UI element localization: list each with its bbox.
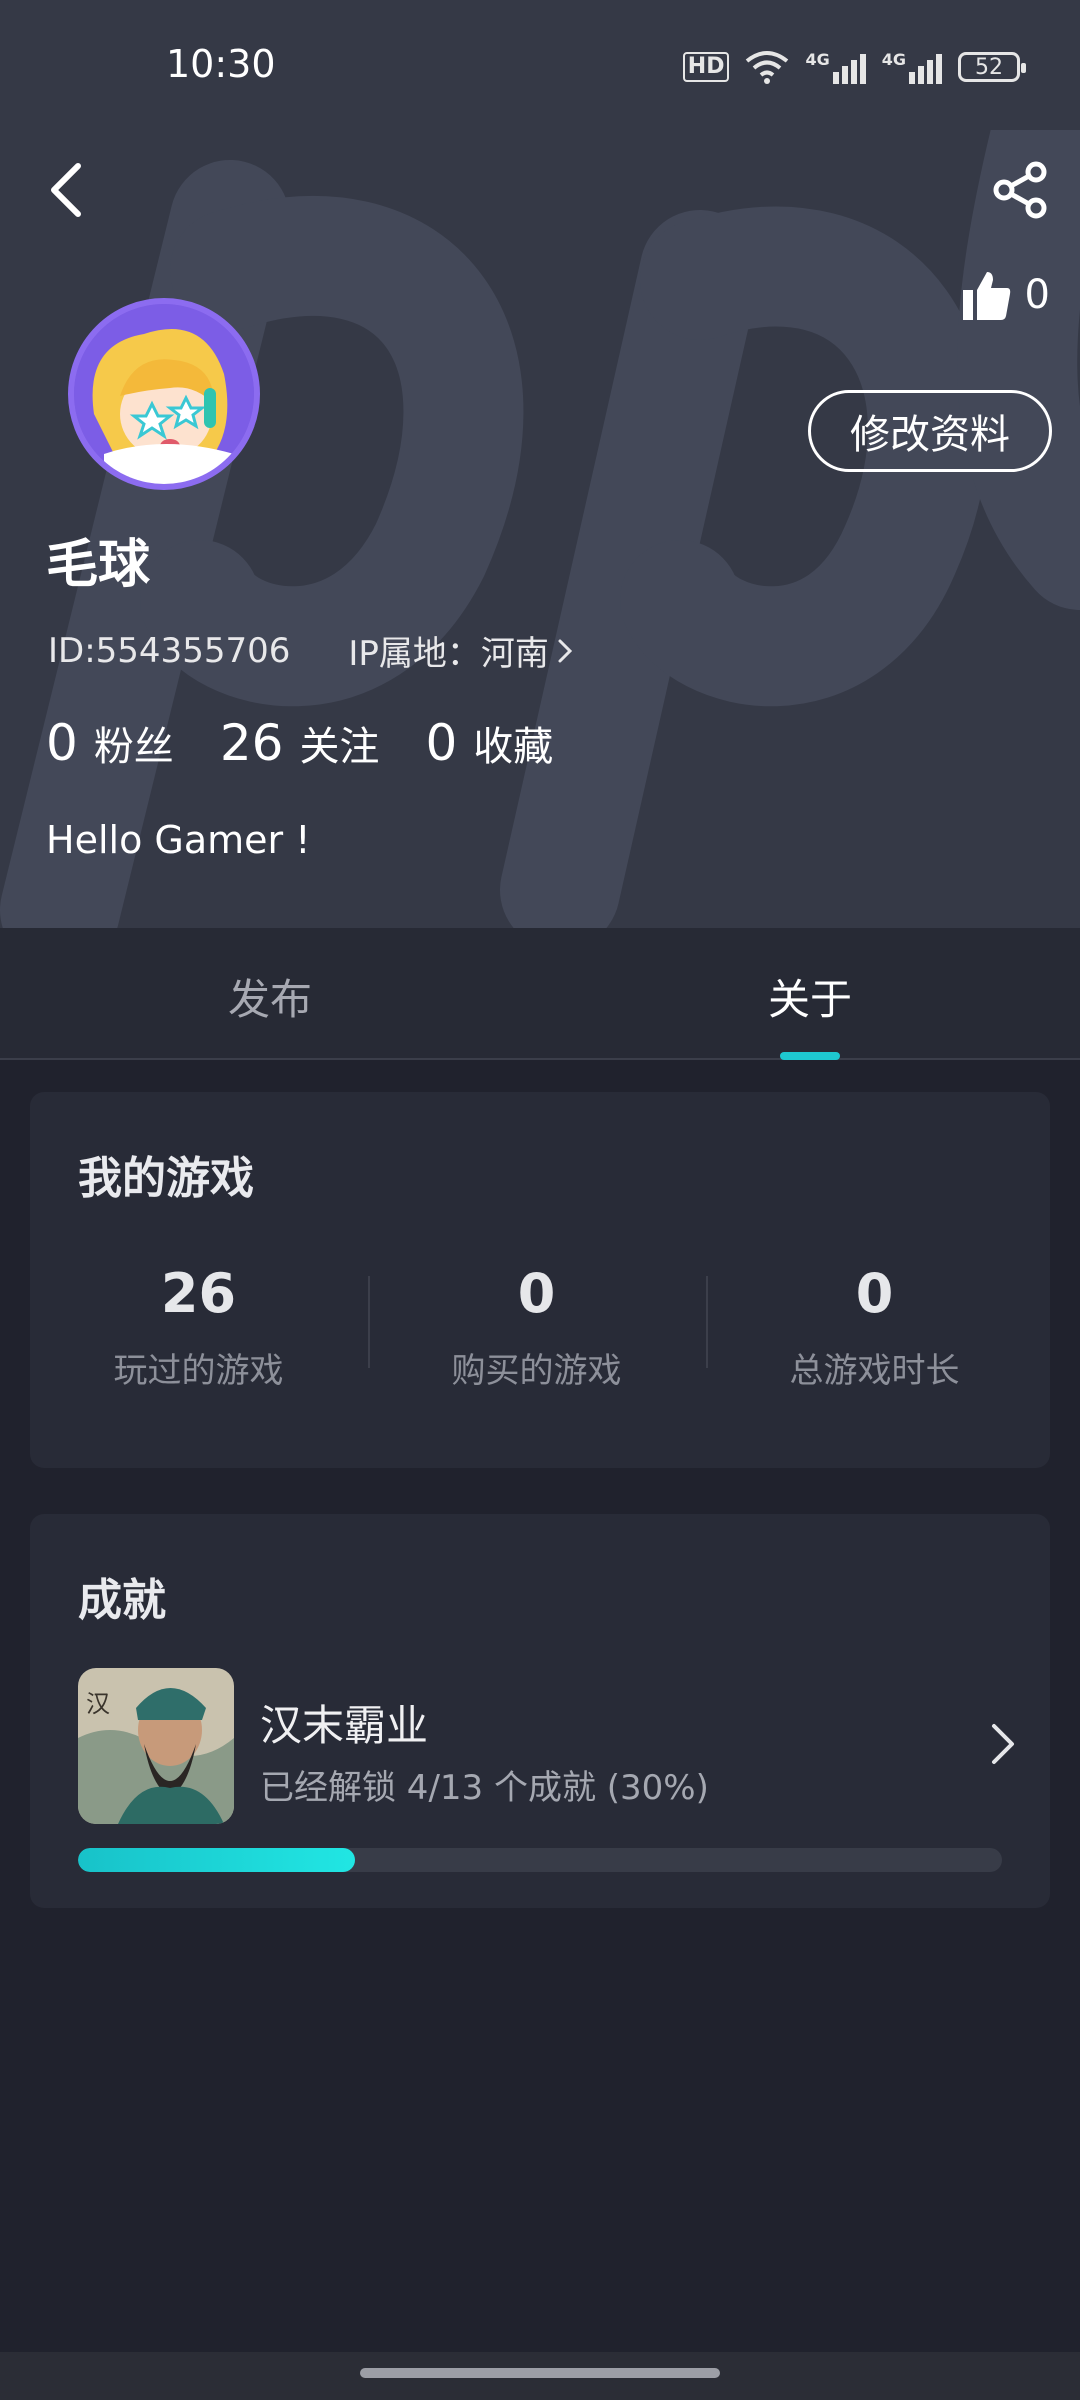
achievement-progress-bar: [78, 1848, 1002, 1872]
active-tab-indicator: [780, 1052, 840, 1060]
tab-about[interactable]: 关于: [768, 966, 852, 1027]
back-button[interactable]: [36, 150, 96, 230]
divider: [368, 1276, 370, 1368]
ip-location: IP属地：河南: [348, 634, 549, 674]
stat-value: 0: [425, 714, 458, 772]
game-cover-image: 汉: [78, 1668, 234, 1824]
metric-purchased[interactable]: 0 购买的游戏: [368, 1262, 705, 1392]
avatar[interactable]: [68, 298, 260, 490]
metric-playtime[interactable]: 0 总游戏时长: [706, 1262, 1043, 1392]
status-bar: 10:30 HD 4G 4G 52: [0, 0, 1080, 130]
share-button[interactable]: [980, 150, 1060, 230]
signal-2-icon: 4G: [882, 50, 942, 84]
game-thumbnail: 汉: [78, 1668, 234, 1824]
stat-favorites[interactable]: 0 收藏: [425, 714, 553, 772]
metric-label: 玩过的游戏: [113, 1351, 284, 1391]
profile-header: 10:30 HD 4G 4G 52 0 修改资料 毛球 ID:554355706…: [0, 0, 1080, 928]
chevron-right-icon: [558, 639, 573, 662]
stat-value: 0: [46, 714, 78, 772]
chevron-left-icon: [51, 163, 81, 217]
share-icon: [993, 161, 1047, 219]
id-line: ID:554355706 IP属地：河南: [48, 626, 573, 675]
hd-voice-icon: HD: [682, 52, 730, 82]
my-games-card: 我的游戏 26 玩过的游戏 0 购买的游戏 0 总游戏时长: [30, 1092, 1050, 1468]
card-title: 我的游戏: [78, 1153, 254, 1204]
stat-label: 关注: [299, 724, 380, 770]
ip-location-link[interactable]: IP属地：河南: [348, 626, 573, 675]
card-title: 成就: [78, 1575, 166, 1626]
game-metrics: 26 玩过的游戏 0 购买的游戏 0 总游戏时长: [30, 1262, 1050, 1412]
stat-value: 26: [219, 714, 284, 772]
signal-1-icon: 4G: [805, 50, 866, 84]
like-counter[interactable]: 0: [962, 270, 1050, 320]
battery-icon: 52: [958, 52, 1026, 82]
game-name: 汉末霸业: [260, 1701, 429, 1750]
divider: [706, 1276, 708, 1368]
stat-label: 粉丝: [93, 724, 174, 770]
user-id: ID:554355706: [48, 630, 291, 671]
thumbs-up-icon: [962, 272, 1010, 320]
metric-value: 26: [160, 1262, 237, 1325]
stat-fans[interactable]: 0 粉丝: [46, 714, 174, 772]
svg-text:汉: 汉: [86, 1690, 110, 1718]
user-name: 毛球: [46, 535, 151, 595]
wifi-icon: [746, 51, 789, 84]
status-icons: HD 4G 4G 52: [682, 44, 1026, 90]
achievement-progress-text: 已经解锁 4/13 个成就 (30%): [260, 1768, 709, 1808]
avatar-character-icon: [74, 304, 254, 484]
watermark-logo: [0, 130, 1080, 928]
stat-following[interactable]: 26 关注: [220, 714, 380, 772]
achievements-card: 成就 汉 汉末霸业 已经解锁 4/13 个成就 (30%): [30, 1514, 1050, 1908]
edit-profile-button[interactable]: 修改资料: [808, 390, 1052, 472]
metric-label: 购买的游戏: [451, 1351, 622, 1391]
chevron-right-icon: [992, 1724, 1014, 1764]
metric-value: 0: [517, 1262, 556, 1325]
metric-value: 0: [855, 1262, 894, 1325]
progress-fill: [78, 1848, 356, 1872]
stat-label: 收藏: [473, 724, 554, 770]
like-count: 0: [1024, 272, 1050, 318]
home-gesture-handle[interactable]: [360, 2368, 720, 2378]
profile-tabs: 发布 关于: [0, 928, 1080, 1060]
tab-posts[interactable]: 发布: [228, 966, 312, 1027]
profile-stats: 0 粉丝 26 关注 0 收藏: [46, 714, 599, 772]
metric-played[interactable]: 26 玩过的游戏: [30, 1262, 367, 1392]
metric-label: 总游戏时长: [789, 1351, 960, 1391]
user-bio: Hello Gamer !: [46, 818, 311, 862]
status-time: 10:30: [166, 42, 276, 86]
